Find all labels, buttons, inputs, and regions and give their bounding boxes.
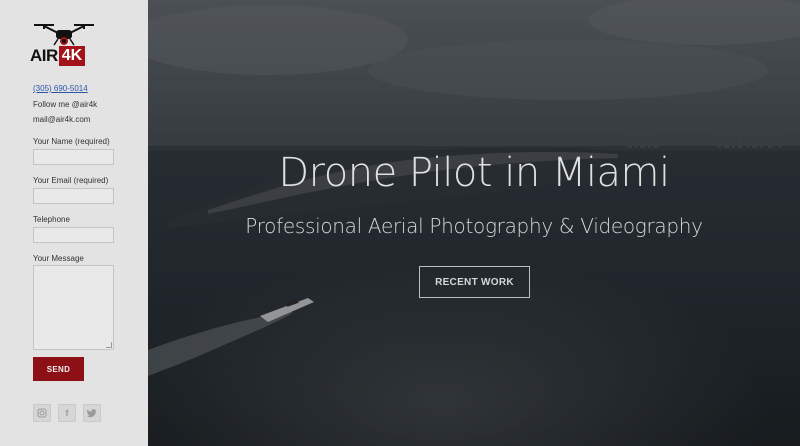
- email-field[interactable]: [33, 188, 114, 204]
- telephone-label: Telephone: [33, 215, 70, 224]
- logo-wordmark: AIR 4K: [30, 46, 86, 66]
- email-text: mail@air4k.com: [33, 115, 91, 124]
- twitter-icon[interactable]: [83, 404, 101, 422]
- name-label: Your Name (required): [33, 137, 110, 146]
- hero-section: Drone Pilot in Miami Professional Aerial…: [148, 0, 800, 446]
- recent-work-button[interactable]: RECENT WORK: [419, 266, 530, 298]
- hero-title: Drone Pilot in Miami: [278, 150, 670, 196]
- phone-link[interactable]: (305) 690-5014: [33, 84, 88, 93]
- site-logo[interactable]: AIR 4K: [24, 20, 104, 70]
- message-label: Your Message: [33, 254, 84, 263]
- follow-text: Follow me @air4k: [33, 100, 98, 109]
- logo-text-4k: 4K: [58, 46, 86, 66]
- name-field[interactable]: [33, 149, 114, 165]
- telephone-field[interactable]: [33, 227, 114, 243]
- message-textarea[interactable]: [33, 265, 114, 350]
- send-button[interactable]: SEND: [33, 357, 84, 381]
- facebook-icon[interactable]: f: [58, 404, 76, 422]
- hero-subtitle: Professional Aerial Photography & Videog…: [245, 214, 703, 238]
- drone-icon: [34, 24, 94, 46]
- logo-text-air: AIR: [30, 46, 58, 65]
- email-label: Your Email (required): [33, 176, 109, 185]
- instagram-icon[interactable]: [33, 404, 51, 422]
- sidebar: AIR 4K (305) 690-5014 Follow me @air4k m…: [0, 0, 148, 446]
